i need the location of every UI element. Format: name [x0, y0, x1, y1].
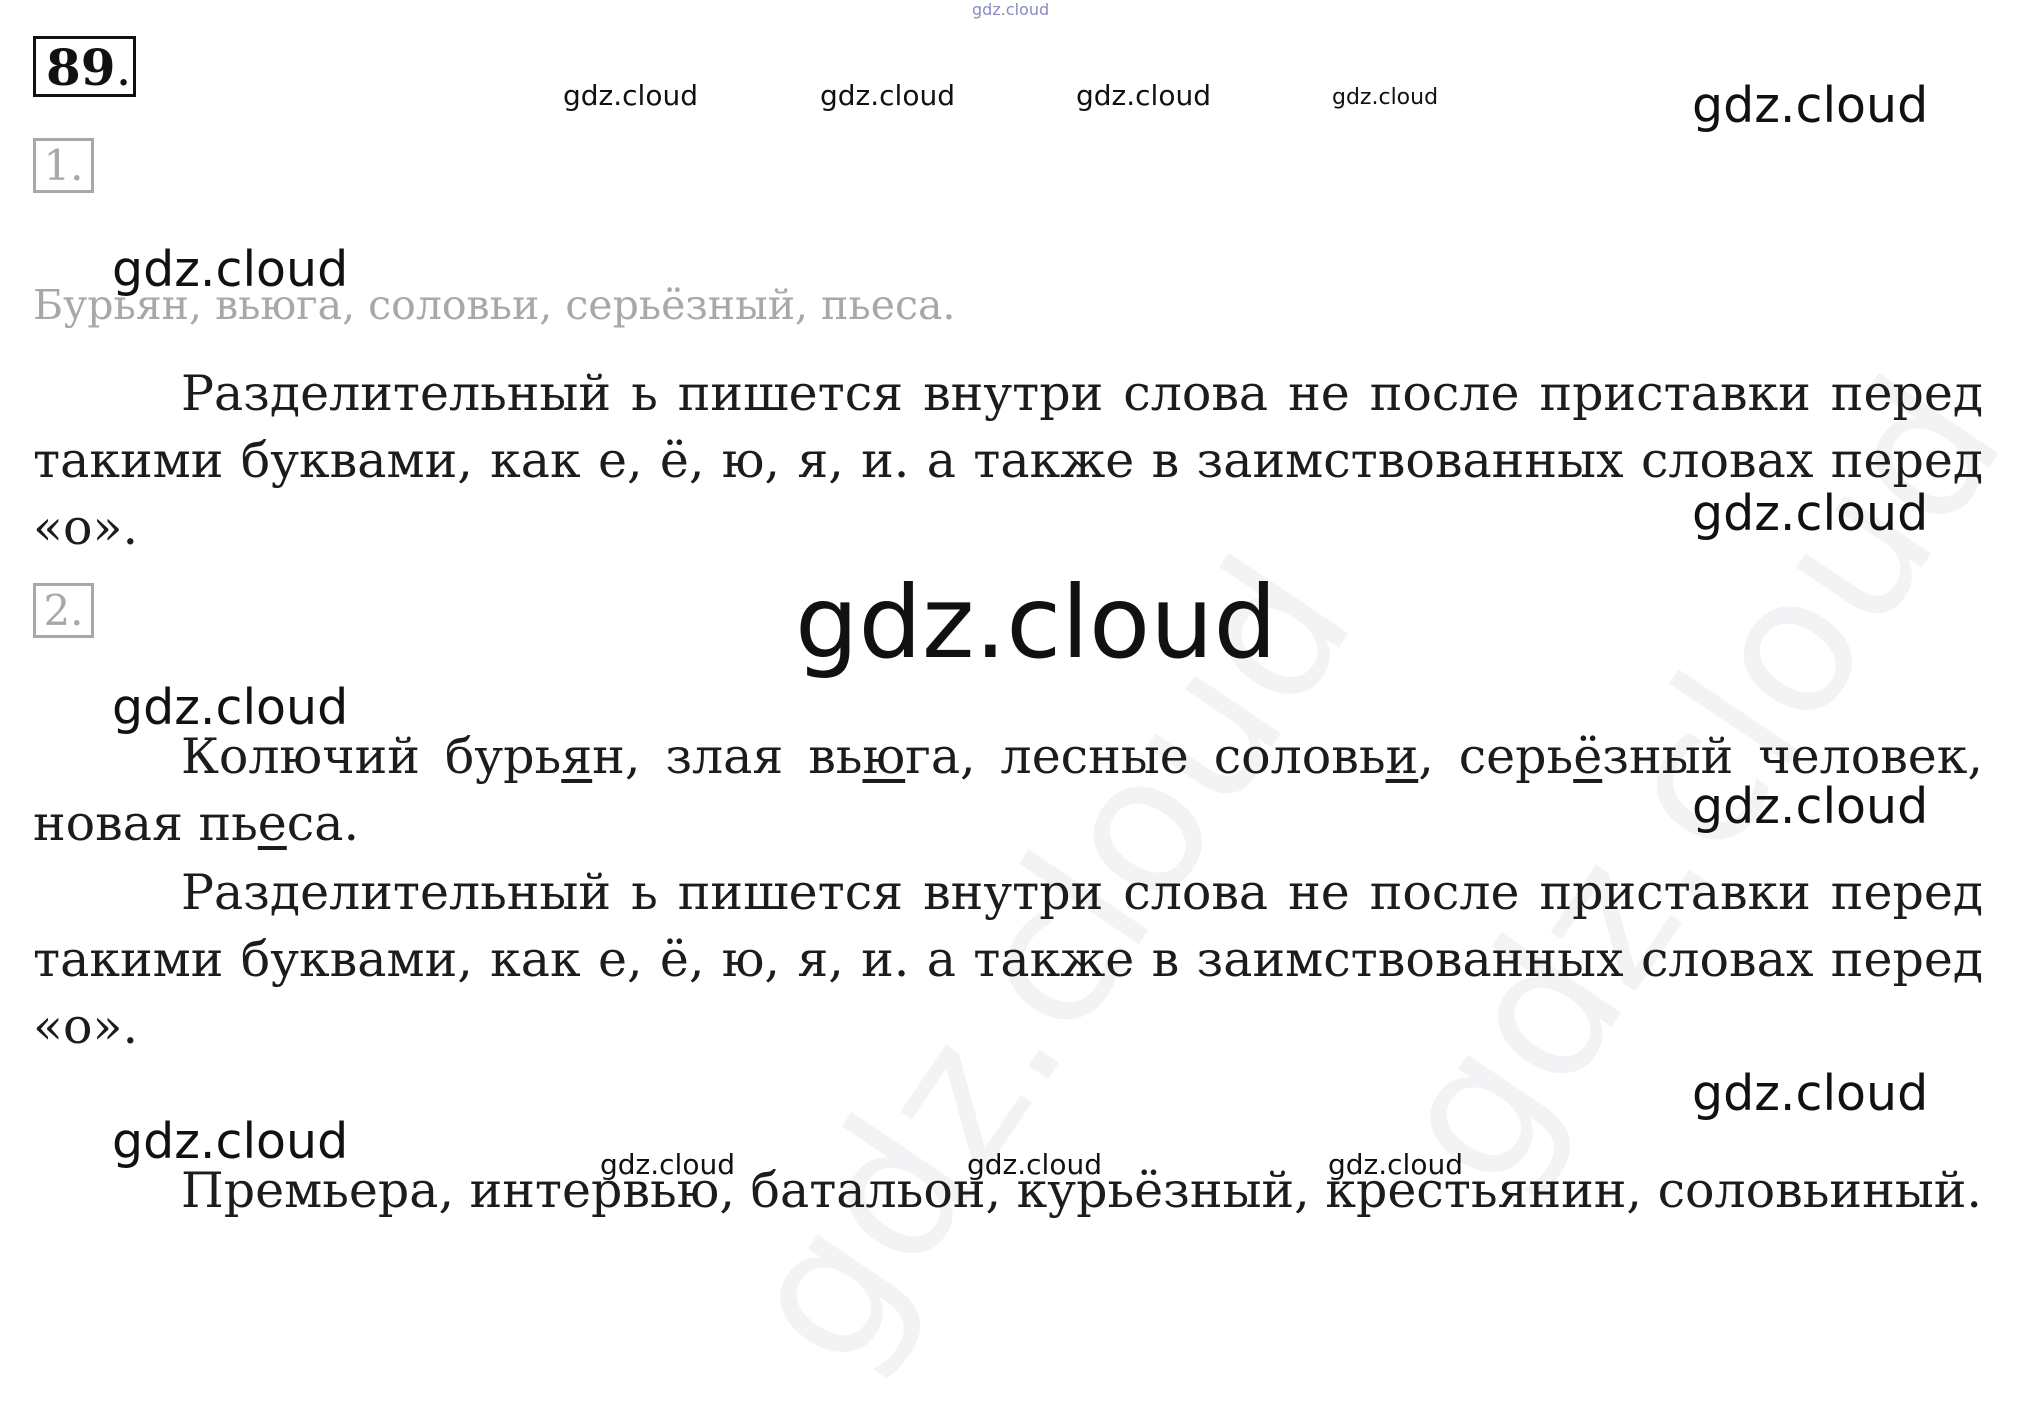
- watermark-large: gdz.cloud: [795, 564, 1278, 681]
- watermark: gdz.cloud: [1332, 85, 1439, 110]
- task-number: 89: [46, 38, 116, 97]
- section-2-phrase: Колючий бурьян, злая вьюга, лесные солов…: [33, 728, 1984, 852]
- watermark: gdz.cloud: [1692, 1065, 1929, 1122]
- section-1-words: Бурьян, вьюга, соловьи, серьёзный, пьеса…: [33, 281, 956, 329]
- section-2-rule: Разделительный ь пишется внутри слова не…: [33, 864, 1983, 1055]
- watermark: gdz.cloud: [820, 79, 955, 112]
- section-1-label: 1.: [33, 138, 94, 193]
- section-3-words: Премьера, интервью, батальон, курьёзный,…: [181, 1162, 1982, 1219]
- watermark: gdz.cloud: [1076, 79, 1211, 112]
- watermark: gdz.cloud: [1692, 778, 1929, 835]
- task-number-box: 89.: [33, 36, 136, 97]
- watermark: gdz.cloud: [1692, 485, 1929, 542]
- section-1-rule: Разделительный ь пишется внутри слова не…: [33, 365, 1983, 556]
- watermark: gdz.cloud: [1692, 77, 1929, 134]
- watermark: gdz.cloud: [563, 79, 698, 112]
- section-2-label: 2.: [33, 583, 94, 638]
- watermark: gdz.cloud: [972, 0, 1050, 19]
